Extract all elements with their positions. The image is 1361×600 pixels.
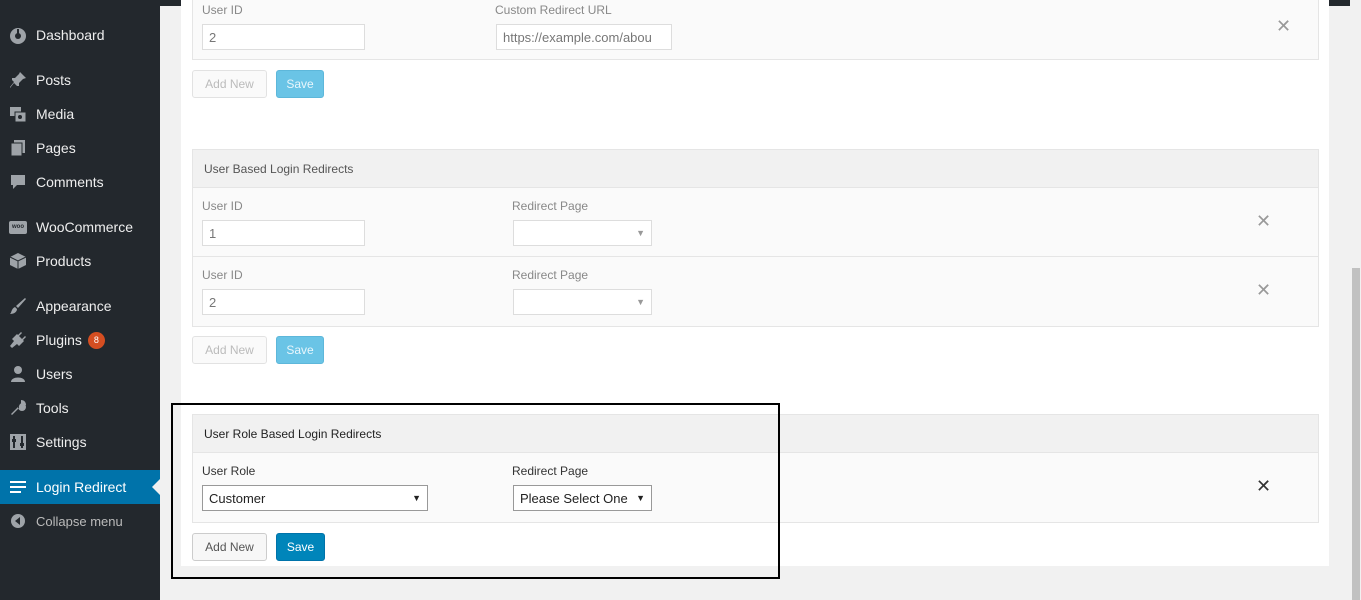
sidebar-item-products[interactable]: Products [0,244,160,278]
sidebar-item-label: Comments [36,174,104,190]
user-based-redirects-section: User Based Login Redirects User ID 1 Red… [192,149,1319,327]
sidebar-item-label: Login Redirect [36,479,127,495]
remove-row-close-icon[interactable]: ✕ [1256,280,1271,301]
add-new-button[interactable]: Add New [192,336,267,364]
scrollbar-thumb[interactable] [1352,268,1360,600]
selected-value: Customer [209,490,266,506]
pushpin-icon [8,70,28,90]
sidebar-item-appearance[interactable]: Appearance [0,289,160,323]
sidebar-item-woocommerce[interactable]: woo WooCommerce [0,210,160,244]
section-title: User Based Login Redirects [193,150,1318,188]
dropdown-caret-icon: ▼ [412,493,421,503]
cube-icon [8,251,28,271]
sidebar-item-comments[interactable]: Comments [0,165,160,199]
redirect-row: User Role Customer ▼ Redirect Page Pleas… [193,453,1318,522]
user-id-input[interactable]: 2 [202,289,365,315]
sidebar-item-label: Tools [36,400,69,416]
add-new-button[interactable]: Add New [192,70,267,98]
dashboard-icon [8,25,28,45]
user-id-label: User ID [202,199,243,213]
sidebar-item-label: Pages [36,140,76,156]
redirect-row: User ID 1 Redirect Page ▼ ✕ [193,188,1318,257]
sidebar-item-users[interactable]: Users [0,357,160,391]
sidebar-item-media[interactable]: Media [0,97,160,131]
sidebar-item-plugins[interactable]: Plugins 8 [0,323,160,357]
dropdown-caret-icon: ▼ [636,493,645,503]
save-button[interactable]: Save [276,336,324,364]
sidebar-item-label: Media [36,106,75,122]
redirect-page-label: Redirect Page [512,199,589,213]
sidebar-item-label: Settings [36,434,87,450]
sidebar-item-label: Collapse menu [36,513,123,529]
user-role-redirects-section: User Role Based Login Redirects User Rol… [192,414,1319,523]
user-id-label: User ID [202,268,243,282]
custom-url-redirects-section: User ID 2 Custom Redirect URL https://ex… [192,0,1319,60]
user-id-input[interactable]: 1 [202,220,365,246]
save-button[interactable]: Save [276,533,325,561]
sidebar-item-label: WooCommerce [36,219,133,235]
sidebar-item-login-redirect[interactable]: Login Redirect [0,470,160,504]
redirect-page-select[interactable]: Please Select One ▼ [513,485,652,511]
admin-sidebar: Dashboard Posts Media Pages Comments woo… [0,0,160,600]
sidebar-item-label: Dashboard [36,27,105,43]
user-role-label: User Role [202,464,256,478]
user-id-label: User ID [202,3,243,17]
redirect-row: User ID 2 Custom Redirect URL https://ex… [193,0,1318,59]
user-id-input[interactable]: 2 [202,24,365,50]
user-icon [8,364,28,384]
sidebar-item-label: Posts [36,72,72,88]
custom-url-label: Custom Redirect URL [495,3,612,17]
collapse-arrow-icon [8,511,28,531]
sidebar-item-label: Users [36,366,73,382]
redirect-page-label: Redirect Page [512,464,589,478]
remove-row-close-icon[interactable]: ✕ [1276,16,1291,37]
sidebar-item-settings[interactable]: Settings [0,425,160,459]
remove-row-close-icon[interactable]: ✕ [1256,211,1271,232]
custom-url-input[interactable]: https://example.com/abou [496,24,672,50]
user-role-select[interactable]: Customer ▼ [202,485,428,511]
woocommerce-icon: woo [8,217,28,237]
redirect-page-select[interactable]: ▼ [513,220,652,246]
sidebar-item-pages[interactable]: Pages [0,131,160,165]
dropdown-caret-icon: ▼ [636,297,645,307]
add-new-button[interactable]: Add New [192,533,267,561]
redirect-row: User ID 2 Redirect Page ▼ ✕ [193,257,1318,326]
collapse-menu-button[interactable]: Collapse menu [0,504,160,538]
sidebar-item-dashboard[interactable]: Dashboard [0,18,160,52]
sidebar-item-tools[interactable]: Tools [0,391,160,425]
plug-icon [8,330,28,350]
settings-sliders-icon [8,432,28,452]
paintbrush-icon [8,296,28,316]
comment-bubble-icon [8,172,28,192]
sidebar-item-label: Products [36,253,92,269]
list-lines-icon [8,477,28,497]
redirect-page-label: Redirect Page [512,268,589,282]
sidebar-item-posts[interactable]: Posts [0,63,160,97]
dropdown-caret-icon: ▼ [636,228,645,238]
pages-icon [8,138,28,158]
section-title: User Role Based Login Redirects [193,415,1318,453]
sidebar-item-label: Appearance [36,298,112,314]
redirect-page-select[interactable]: ▼ [513,289,652,315]
media-icon [8,104,28,124]
remove-row-close-icon[interactable]: ✕ [1256,476,1271,497]
wrench-icon [8,398,28,418]
sidebar-item-label: Plugins [36,332,82,348]
selected-value: Please Select One [520,490,628,506]
plugins-update-badge: 8 [87,331,105,349]
active-menu-arrow [152,479,160,495]
save-button[interactable]: Save [276,70,324,98]
